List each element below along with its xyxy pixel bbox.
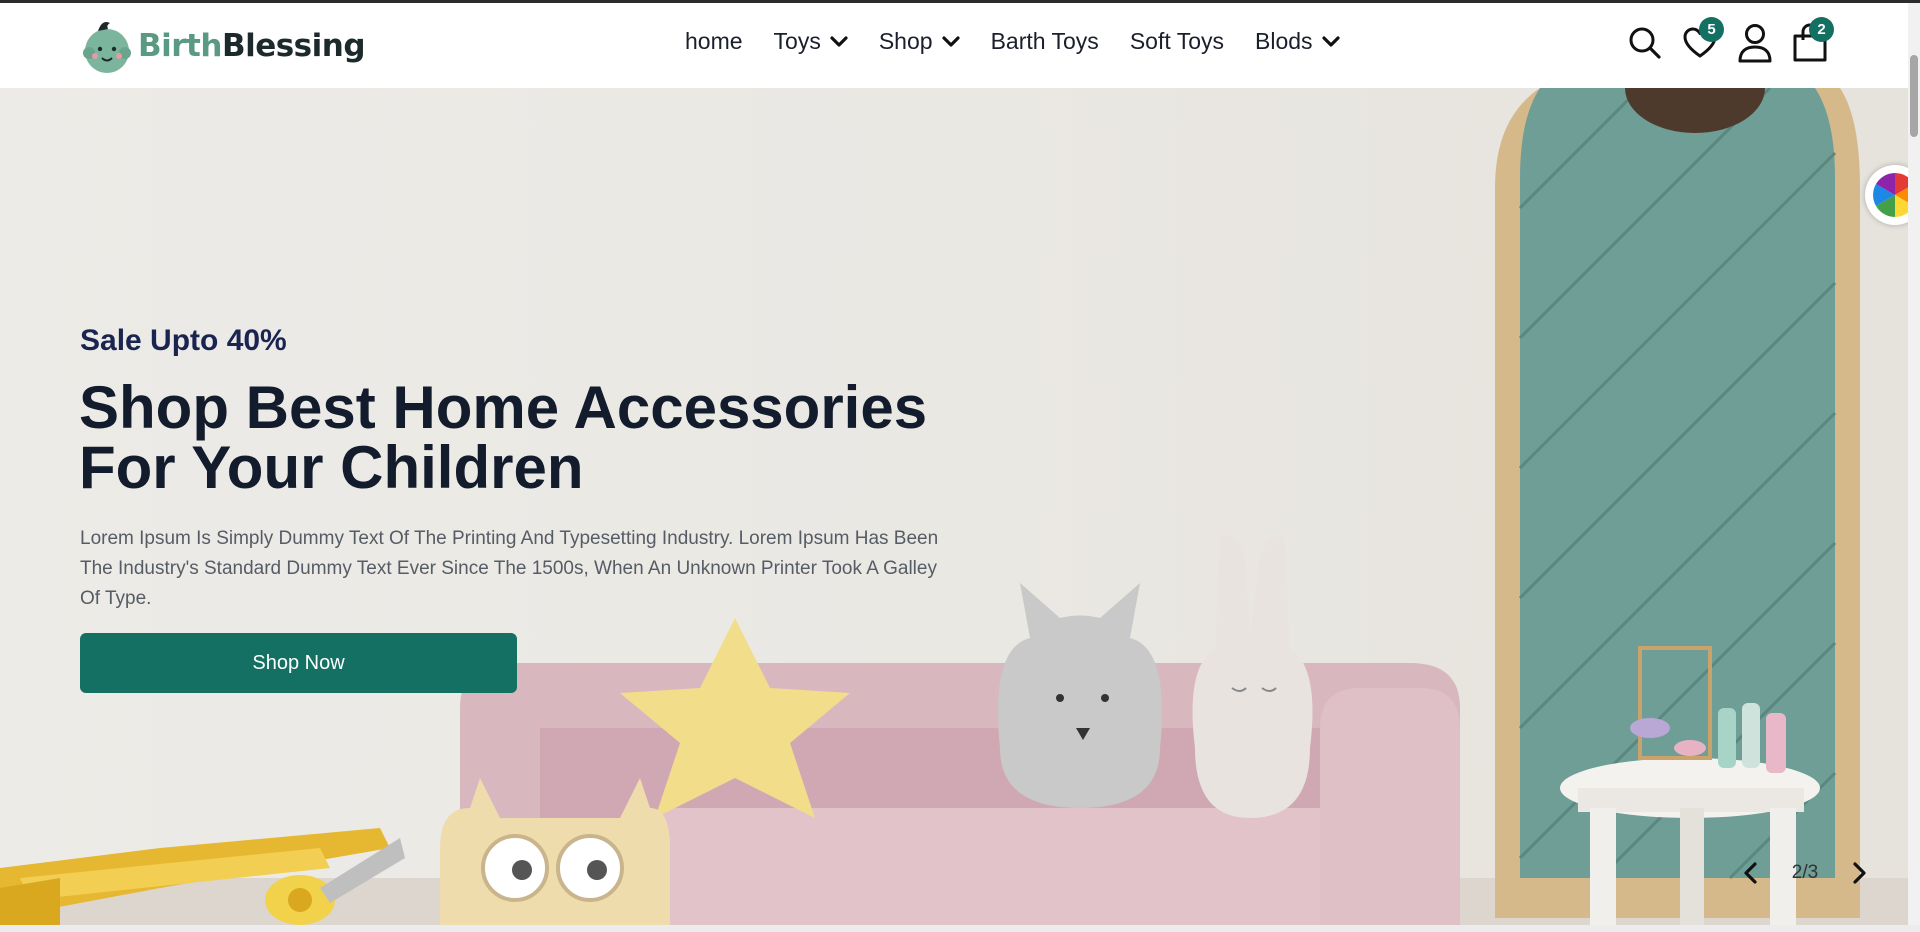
hero-banner: Sale Upto 40% Shop Best Home Accessories… (0, 88, 1908, 925)
nav-item-toys[interactable]: Toys (774, 28, 848, 55)
slider-prev-button[interactable] (1735, 858, 1765, 888)
bottom-edge (0, 925, 1920, 932)
cart-count-badge: 2 (1809, 17, 1834, 42)
nav-item-label: Barth Toys (990, 28, 1099, 54)
nav-item-label: Blods (1255, 28, 1313, 54)
nav-item-label: Shop (878, 28, 933, 54)
account-button[interactable] (1735, 23, 1775, 63)
scrollbar-thumb[interactable] (1910, 55, 1918, 137)
logo-text-blessing: Blessing (221, 28, 366, 64)
main-nav: home Toys Shop Barth Toys Soft Toys Blod… (685, 28, 1371, 55)
nav-item-shop[interactable]: Shop (879, 28, 960, 55)
baby-face-icon (83, 22, 131, 73)
wishlist-button[interactable]: 5 (1680, 17, 1724, 63)
search-button[interactable] (1625, 23, 1665, 63)
page-scrollbar[interactable] (1908, 3, 1920, 925)
user-icon (1738, 24, 1772, 63)
chevron-down-icon (1321, 35, 1340, 47)
slider-next-button[interactable] (1845, 858, 1875, 888)
slider-controls: 2/3 (1735, 858, 1875, 888)
logo-text-birth: Birth (138, 28, 222, 64)
nav-item-label: Soft Toys (1129, 28, 1224, 54)
nav-item-home[interactable]: home (685, 28, 743, 55)
nav-item-blods[interactable]: Blods (1255, 28, 1340, 55)
hero-headline: Shop Best Home Accessories For Your Chil… (79, 378, 939, 498)
nav-item-label: Toys (773, 28, 821, 54)
hero-description: Lorem Ipsum Is Simply Dummy Text Of The … (80, 528, 939, 609)
slide-indicator: 2/3 (1791, 862, 1819, 883)
nav-item-soft-toys[interactable]: Soft Toys (1130, 28, 1224, 55)
logo-text: BirthBlessing (138, 28, 366, 64)
site-logo[interactable]: BirthBlessing (80, 17, 366, 75)
site-header: BirthBlessing home Toys Shop Barth Toys … (0, 3, 1908, 88)
cart-button[interactable]: 2 (1790, 17, 1834, 63)
chevron-down-icon (941, 35, 960, 47)
chevron-right-icon (1853, 862, 1866, 884)
browser-viewport: BirthBlessing home Toys Shop Barth Toys … (0, 3, 1908, 925)
nav-item-barth-toys[interactable]: Barth Toys (991, 28, 1099, 55)
chevron-left-icon (1744, 862, 1757, 884)
sale-tagline: Sale Upto 40% (80, 324, 287, 357)
hero-image (0, 88, 1908, 925)
wishlist-count-badge: 5 (1699, 17, 1724, 42)
hero-headline-line2: For Your Children (79, 434, 584, 501)
search-icon (1629, 27, 1661, 59)
header-icons: 5 2 (1625, 17, 1845, 63)
hero-headline-line1: Shop Best Home Accessories (79, 374, 928, 441)
shop-now-button[interactable]: Shop Now (80, 633, 517, 693)
nav-item-label: home (685, 28, 743, 54)
chevron-down-icon (830, 35, 848, 47)
